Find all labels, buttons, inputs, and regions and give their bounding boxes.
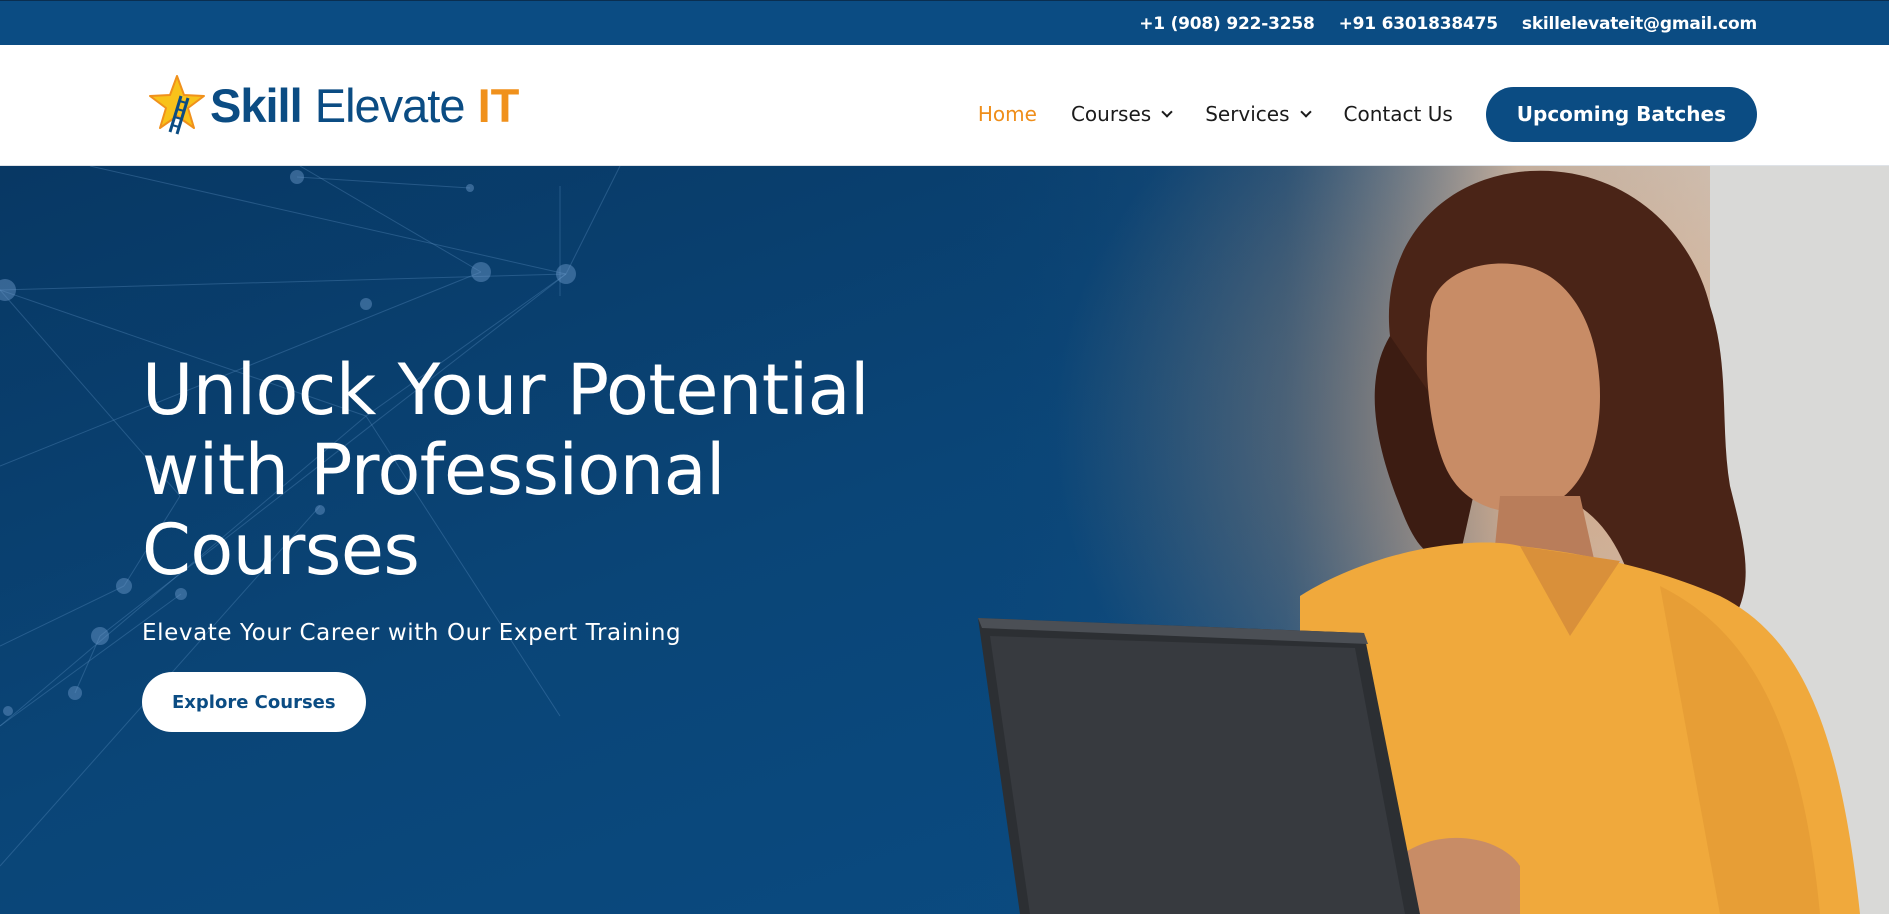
hero-person-laptop-image xyxy=(960,166,1889,914)
nav-contact-label: Contact Us xyxy=(1343,102,1453,126)
site-logo[interactable]: Skill Elevate IT xyxy=(148,73,519,137)
nav-services-label: Services xyxy=(1205,102,1290,126)
site-header: Skill Elevate IT Home Courses Services C… xyxy=(0,45,1889,166)
top-contact-bar: +1 (908) 922-3258 +91 6301838475 skillel… xyxy=(0,0,1889,45)
contact-links: +1 (908) 922-3258 +91 6301838475 skillel… xyxy=(1139,1,1757,46)
logo-word-skill: Skill xyxy=(210,78,303,132)
chevron-down-icon xyxy=(1161,106,1173,118)
hero-title: Unlock Your Potential with Professional … xyxy=(142,350,962,590)
logo-word-it: IT xyxy=(477,78,520,132)
hero-content: Unlock Your Potential with Professional … xyxy=(142,350,962,732)
hero-section: Unlock Your Potential with Professional … xyxy=(0,166,1889,914)
nav-services[interactable]: Services xyxy=(1205,102,1312,126)
email-link[interactable]: skillelevateit@gmail.com xyxy=(1522,14,1757,34)
hero-title-line: with Professional xyxy=(142,429,725,511)
star-ladder-icon xyxy=(149,75,205,135)
hero-title-line: Courses xyxy=(142,509,420,591)
nav-contact[interactable]: Contact Us xyxy=(1344,102,1453,126)
nav-home[interactable]: Home xyxy=(978,102,1037,126)
nav-home-label: Home xyxy=(977,102,1037,126)
logo-wordmark: Skill Elevate IT xyxy=(210,82,519,129)
explore-courses-button[interactable]: Explore Courses xyxy=(142,672,366,732)
nav-courses[interactable]: Courses xyxy=(1070,102,1173,126)
logo-word-elevate: Elevate xyxy=(314,78,466,132)
phone-in-link[interactable]: +91 6301838475 xyxy=(1339,14,1499,34)
hero-subtitle: Elevate Your Career with Our Expert Trai… xyxy=(142,620,682,646)
main-nav: Home Courses Services Contact Us Upcomin… xyxy=(978,86,1757,142)
phone-us-link[interactable]: +1 (908) 922-3258 xyxy=(1139,14,1315,34)
upcoming-batches-button[interactable]: Upcoming Batches xyxy=(1485,86,1757,142)
hero-title-line: Unlock Your Potential xyxy=(142,349,870,431)
nav-courses-label: Courses xyxy=(1070,102,1152,126)
chevron-down-icon xyxy=(1299,106,1312,118)
